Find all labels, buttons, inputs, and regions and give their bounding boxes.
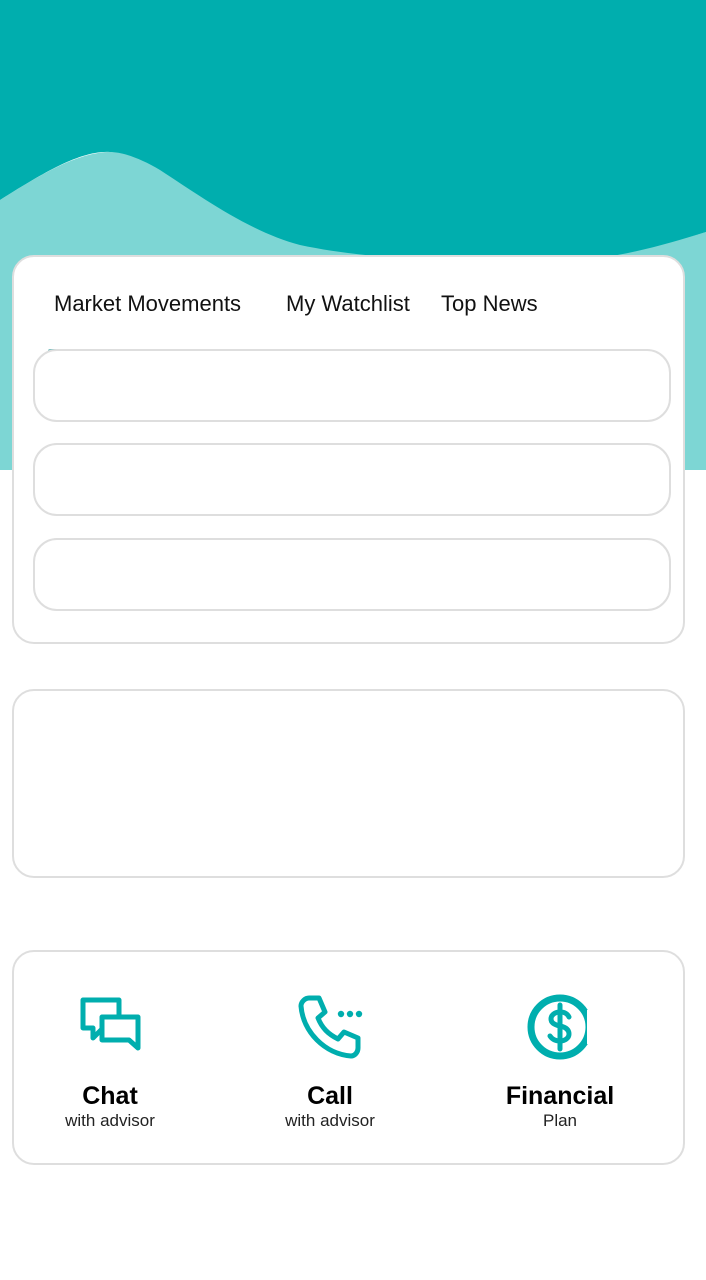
financial-plan-button[interactable]: Financial Plan	[470, 992, 650, 1132]
market-list-item[interactable]	[33, 443, 671, 516]
content-card[interactable]	[12, 689, 685, 878]
advisor-services-card: Chat with advisor Call with advisor Fina…	[12, 950, 685, 1165]
call-title: Call	[307, 1082, 353, 1110]
phone-call-icon	[298, 995, 363, 1059]
dollar-circle-icon	[527, 994, 595, 1060]
tab-market-movements[interactable]: Market Movements	[54, 291, 241, 317]
tab-my-watchlist[interactable]: My Watchlist	[286, 291, 410, 317]
call-subtitle: with advisor	[285, 1111, 375, 1130]
chat-bubbles-icon	[80, 997, 141, 1051]
financial-plan-subtitle: Plan	[542, 1111, 578, 1130]
chat-subtitle: with advisor	[65, 1111, 155, 1130]
tab-top-news[interactable]: Top News	[441, 291, 538, 317]
chat-with-advisor-button[interactable]: Chat with advisor	[20, 992, 200, 1132]
financial-plan-title: Financial	[505, 1082, 615, 1110]
chat-title: Chat	[82, 1082, 138, 1110]
call-with-advisor-button[interactable]: Call with advisor	[240, 992, 420, 1132]
market-list-item[interactable]	[33, 349, 671, 422]
market-list-item[interactable]	[33, 538, 671, 611]
market-card: Market Movements My Watchlist Top News	[12, 255, 685, 644]
